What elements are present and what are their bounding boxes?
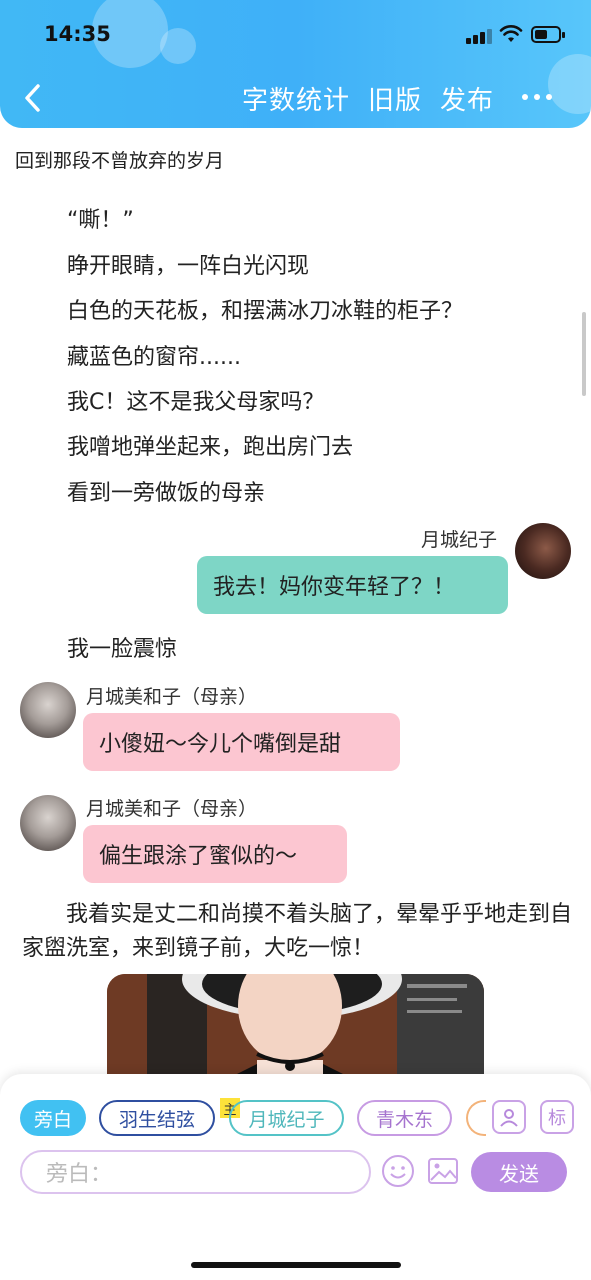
send-button[interactable]: 发送 (471, 1152, 567, 1192)
chip-character[interactable]: 青木东 (357, 1100, 452, 1136)
person-glyph (500, 1109, 518, 1127)
emoji-icon[interactable] (381, 1154, 415, 1188)
narration-paragraph: 我着实是丈二和尚摸不着头脑了，晕晕乎乎地走到自家盥洗室，来到镜子前，大吃一惊！ (22, 902, 573, 961)
tag-button[interactable]: 标 (540, 1100, 574, 1134)
narration-line: “嘶！” (67, 208, 134, 233)
back-chevron-icon[interactable] (18, 80, 48, 116)
character-name: 月城纪子 (421, 529, 498, 551)
chat-bubble: 我去！妈你变年轻了？！ (197, 556, 508, 614)
wifi-icon (499, 25, 523, 42)
narration-line: 藏蓝色的窗帘...... (67, 345, 241, 370)
narration-line: 看到一旁做饭的母亲 (67, 481, 266, 506)
story-title: 回到那段不曾放弃的岁月 (15, 150, 225, 172)
narration-line: 白色的天花板，和摆满冰刀冰鞋的柜子？ (67, 299, 464, 324)
chat-bubble: 小傻妞～今儿个嘴倒是甜 (83, 713, 400, 771)
app-header: 14:35 字数统计 旧版 发布 (0, 0, 591, 128)
more-icon[interactable] (520, 84, 554, 110)
chip-narrator[interactable]: 旁白 (20, 1100, 86, 1136)
status-bar: 14:35 (0, 0, 591, 70)
avatar[interactable] (20, 682, 76, 738)
old-version-button[interactable]: 旧版 (368, 80, 422, 117)
narration-line: 我一脸震惊 (67, 637, 178, 662)
narration-line: 我C！这不是我父母家吗？ (67, 390, 325, 415)
battery-icon (531, 26, 565, 43)
status-time: 14:35 (44, 22, 111, 46)
chip-character[interactable]: 月城纪子 (229, 1100, 344, 1136)
narration-line: 睁开眼睛，一阵白光闪现 (67, 254, 310, 279)
chip-character[interactable]: 羽生结弦 (99, 1100, 215, 1136)
person-icon[interactable] (492, 1100, 526, 1134)
image-icon[interactable] (427, 1156, 459, 1186)
nav-bar: 字数统计 旧版 发布 (0, 70, 591, 126)
home-indicator[interactable] (191, 1262, 401, 1268)
story-image[interactable] (107, 974, 484, 1084)
chat-bubble: 偏生跟涂了蜜似的～ (83, 825, 347, 883)
narration-line: 我噌地弹坐起来，跑出房门去 (67, 435, 354, 460)
avatar[interactable] (20, 795, 76, 851)
word-count-button[interactable]: 字数统计 (242, 80, 350, 117)
scrollbar[interactable] (582, 312, 586, 396)
message-input[interactable]: 旁白： (20, 1150, 371, 1194)
character-name: 月城美和子（母亲） (86, 798, 258, 820)
publish-button[interactable]: 发布 (440, 80, 494, 117)
story-image-illustration (107, 974, 484, 1084)
avatar[interactable] (515, 523, 571, 579)
signal-icon (466, 28, 492, 44)
character-name: 月城美和子（母亲） (86, 686, 258, 708)
